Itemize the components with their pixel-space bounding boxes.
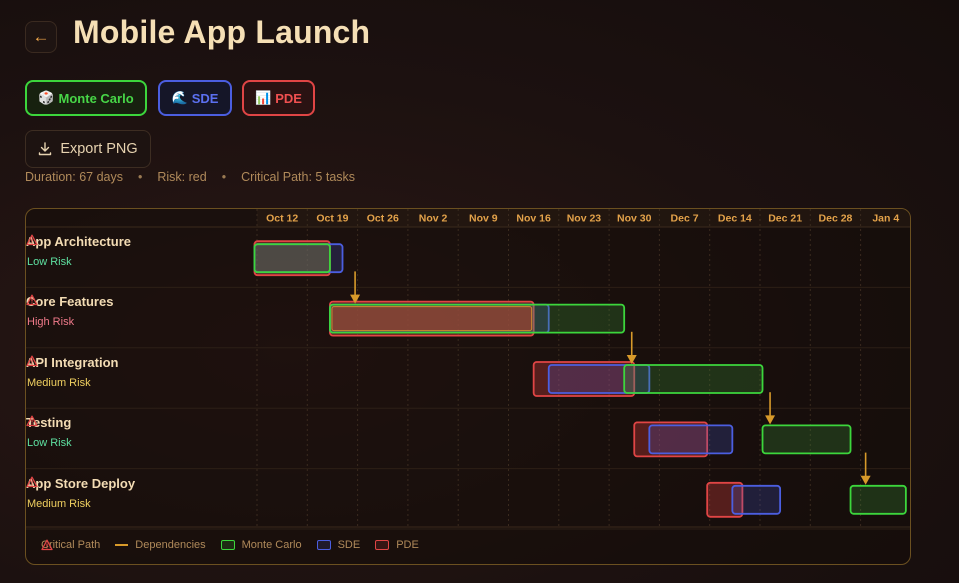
dependency-line-swatch xyxy=(115,544,129,546)
download-icon xyxy=(39,142,52,156)
gantt-chart: Oct 12 Oct 19 Oct 26 Nov 2 Nov 9 Nov 16 Nov 23… xyxy=(25,208,911,565)
arrow-left-icon: ← xyxy=(32,27,50,46)
date-label: Oct 19 xyxy=(316,213,348,225)
task-name: API Integration xyxy=(26,355,118,370)
monte-carlo-button[interactable]: 🎲 Monte Carlo xyxy=(25,80,147,116)
mc-bar xyxy=(253,243,331,274)
sde-bar xyxy=(731,484,782,515)
date-label: Dec 28 xyxy=(819,213,853,225)
legend-sde-label: SDE xyxy=(337,539,361,551)
dice-icon: 🎲 xyxy=(38,90,55,105)
date-label: Dec 7 xyxy=(671,213,699,225)
date-label: Dec 21 xyxy=(768,213,802,225)
mc-bar xyxy=(761,424,852,455)
task-risk: Medium Risk xyxy=(27,376,91,389)
monte-carlo-label: Monte Carlo xyxy=(58,90,134,106)
gantt-svg: Oct 12 Oct 19 Oct 26 Nov 2 Nov 9 Nov 16 Nov 23… xyxy=(26,209,910,530)
wave-icon: 🌊 xyxy=(171,90,188,105)
sde-swatch xyxy=(316,540,331,550)
mc-bar xyxy=(623,364,764,394)
date-label: Nov 23 xyxy=(567,213,602,225)
task-name: Core Features xyxy=(26,294,113,309)
export-label: Export PNG xyxy=(60,141,138,157)
page-title: Mobile App Launch xyxy=(73,14,371,50)
task-name-text: API Integration xyxy=(26,354,119,370)
date-label: Nov 9 xyxy=(469,213,498,225)
pde-button[interactable]: 📊 PDE xyxy=(242,80,315,116)
critical-path-text: Critical Path: 5 tasks xyxy=(241,170,356,184)
date-label: Jan 4 xyxy=(872,213,899,225)
duration-text: Duration: 67 days xyxy=(25,170,123,184)
task-name-text: App Store Deploy xyxy=(26,475,136,491)
task-name-text: Core Features xyxy=(26,294,114,310)
separator-dot: • xyxy=(137,170,143,184)
legend-pde: PDE xyxy=(375,539,419,551)
legend-sde: SDE xyxy=(316,539,361,551)
sde-bar xyxy=(648,424,734,455)
monte-carlo-swatch xyxy=(220,540,235,550)
sde-label: SDE xyxy=(191,90,219,106)
separator-dot: • xyxy=(221,170,227,184)
legend-critical: Critical Path xyxy=(41,539,100,551)
task-name: Testing xyxy=(26,415,71,430)
dependency-arrowhead xyxy=(765,415,776,425)
legend-dependencies-label: Dependencies xyxy=(135,539,206,551)
task-name-text: App Architecture xyxy=(26,234,131,249)
pde-label: PDE xyxy=(275,90,302,106)
bar-chart-icon: 📊 xyxy=(255,90,272,105)
mc-bar xyxy=(849,484,907,515)
legend-mc: Monte Carlo xyxy=(220,539,302,551)
date-label: Oct 12 xyxy=(266,213,298,225)
risk-text: Risk: red xyxy=(157,170,207,184)
warning-icon xyxy=(26,294,38,306)
task-name: App Store Deploy xyxy=(26,476,135,491)
pde-swatch xyxy=(375,540,390,550)
warning-icon xyxy=(26,476,38,487)
overlap-highlight xyxy=(331,306,533,332)
task-risk: Medium Risk xyxy=(27,497,91,510)
legend-mc-label: Monte Carlo xyxy=(241,539,302,551)
task-risk: Low Risk xyxy=(27,256,72,268)
warning-icon xyxy=(26,415,38,427)
legend-dependencies: Dependencies xyxy=(115,539,206,551)
date-label: Dec 14 xyxy=(718,213,752,225)
warning-icon xyxy=(26,355,38,366)
warning-icon xyxy=(41,539,53,551)
back-button[interactable]: ← xyxy=(25,21,57,53)
export-png-button[interactable]: Export PNG xyxy=(25,130,151,168)
dependency-arrowhead xyxy=(860,475,871,485)
date-label: Nov 30 xyxy=(617,213,652,225)
sde-button[interactable]: 🌊 SDE xyxy=(158,80,232,116)
summary-bar: Duration: 67 days • Risk: red • Critical… xyxy=(25,170,355,184)
task-risk: Low Risk xyxy=(27,437,72,450)
task-name: App Architecture xyxy=(26,234,131,249)
date-label: Nov 2 xyxy=(419,213,448,225)
date-label: Oct 26 xyxy=(367,213,399,225)
task-risk: High Risk xyxy=(27,316,75,329)
warning-icon xyxy=(26,234,38,246)
legend-pde-label: PDE xyxy=(396,539,419,551)
chart-legend: Critical Path Dependencies Monte Carlo S… xyxy=(41,539,427,551)
date-label: Nov 16 xyxy=(516,213,551,225)
